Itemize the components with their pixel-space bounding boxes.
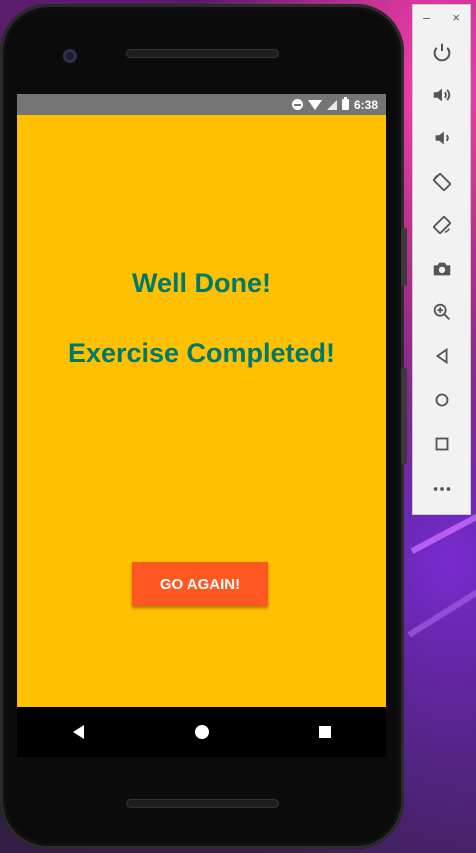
nav-back-button[interactable] [59, 712, 99, 752]
app-content: Well Done! Exercise Completed! GO AGAIN! [17, 115, 386, 707]
more-icon[interactable] [427, 474, 457, 504]
window-controls: – × [413, 5, 470, 29]
front-camera [63, 49, 77, 63]
nav-recents-button[interactable] [305, 712, 345, 752]
bottom-speaker [126, 799, 279, 808]
minimize-button[interactable]: – [423, 10, 430, 25]
home-icon[interactable] [427, 385, 457, 415]
well-done-text: Well Done! [131, 268, 271, 298]
top-speaker [126, 49, 279, 58]
back-triangle-icon [73, 725, 84, 739]
go-again-button[interactable]: GO AGAIN! [132, 562, 268, 606]
camera-icon[interactable] [427, 254, 457, 284]
recents-square-icon [318, 726, 331, 738]
back-icon[interactable] [427, 341, 457, 371]
status-time: 6:38 [353, 97, 378, 112]
exercise-completed-text: Exercise Completed! [67, 338, 336, 368]
battery-icon [341, 97, 349, 110]
navigation-bar [17, 707, 386, 757]
power-side-button[interactable] [401, 228, 407, 286]
close-button[interactable]: × [452, 10, 460, 25]
home-circle-icon [194, 725, 209, 739]
device-screen: 6:38 Well Done! Exercise Completed! GO A… [17, 94, 386, 707]
volume-side-button[interactable] [401, 368, 407, 464]
do-not-disturb-icon [291, 99, 303, 110]
volume-up-icon[interactable] [427, 80, 457, 110]
wifi-icon [307, 99, 322, 110]
zoom-icon[interactable] [427, 297, 457, 327]
signal-icon [326, 99, 337, 110]
nav-home-button[interactable] [182, 712, 222, 752]
overview-icon[interactable] [427, 429, 457, 459]
rotate-left-icon[interactable] [427, 167, 457, 197]
emulator-toolbar: – × [412, 4, 471, 515]
status-bar: 6:38 [17, 94, 386, 115]
volume-down-icon[interactable] [427, 123, 457, 153]
power-icon[interactable] [427, 37, 457, 67]
rotate-right-icon[interactable] [427, 210, 457, 240]
